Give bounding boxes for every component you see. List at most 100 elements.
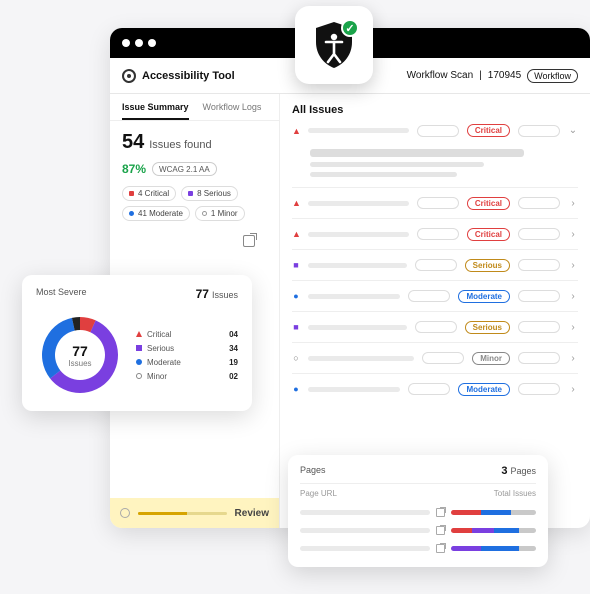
issue-title-placeholder bbox=[308, 263, 407, 268]
external-link-icon[interactable] bbox=[436, 544, 445, 553]
donut-legend: Critical04Serious34Moderate19Minor02 bbox=[136, 330, 238, 381]
chevron-right-icon[interactable]: › bbox=[568, 229, 578, 240]
scan-label: Workflow Scan bbox=[407, 70, 474, 81]
severity-pill: Minor bbox=[472, 352, 510, 365]
chip-serious[interactable]: 8 Serious bbox=[181, 186, 238, 201]
legend-item: Critical04 bbox=[136, 330, 238, 339]
issue-title-placeholder bbox=[308, 294, 400, 299]
tag-placeholder bbox=[518, 383, 560, 395]
issue-row[interactable]: ▲ Critical › bbox=[292, 221, 578, 247]
workflow-chip[interactable]: Workflow bbox=[527, 69, 578, 83]
page-row[interactable] bbox=[300, 503, 536, 521]
tag-placeholder bbox=[408, 290, 450, 302]
severity-pill: Serious bbox=[465, 321, 510, 334]
external-link-icon[interactable] bbox=[436, 526, 445, 535]
chevron-right-icon[interactable]: › bbox=[568, 198, 578, 209]
compliance-row: 87% WCAG 2.1 AA bbox=[122, 162, 267, 176]
window-dot[interactable] bbox=[135, 39, 143, 47]
issue-row[interactable]: ■Serious› bbox=[292, 314, 578, 340]
severity-marker-icon: ▲ bbox=[292, 126, 300, 136]
legend-label: Serious bbox=[147, 344, 224, 353]
wcag-chip[interactable]: WCAG 2.1 AA bbox=[152, 162, 217, 176]
issues-bar bbox=[451, 546, 536, 551]
review-label: Review bbox=[235, 508, 269, 519]
issue-title-placeholder bbox=[308, 128, 409, 133]
pages-rows bbox=[300, 503, 536, 557]
page-url-placeholder bbox=[300, 546, 430, 551]
chip-critical[interactable]: 4 Critical bbox=[122, 186, 176, 201]
most-severe-title: Most Severe bbox=[36, 287, 87, 301]
issues-suffix: Issues found bbox=[149, 139, 211, 151]
issue-row[interactable]: ▲ Critical ⌄ bbox=[292, 124, 578, 185]
issues-bar bbox=[451, 528, 536, 533]
legend-label: Critical bbox=[147, 330, 224, 339]
external-link-icon[interactable] bbox=[243, 235, 255, 247]
tag-placeholder bbox=[408, 383, 450, 395]
tag-placeholder bbox=[518, 290, 560, 302]
severity-pill: Critical bbox=[467, 228, 510, 241]
severity-marker-icon: ● bbox=[292, 384, 300, 394]
pages-count: 3 Pages bbox=[501, 465, 536, 477]
issues-count: 54 bbox=[122, 131, 144, 154]
tag-placeholder bbox=[518, 259, 560, 271]
legend-marker-icon bbox=[136, 373, 142, 379]
tab-workflow-logs[interactable]: Workflow Logs bbox=[203, 102, 262, 120]
column-total-issues: Total Issues bbox=[494, 489, 536, 498]
chevron-down-icon[interactable]: ⌄ bbox=[568, 125, 578, 136]
app-icon: ✓ bbox=[295, 6, 373, 84]
review-radio-icon[interactable] bbox=[120, 508, 130, 518]
page-row[interactable] bbox=[300, 539, 536, 557]
legend-value: 19 bbox=[229, 358, 238, 367]
compliance-percent: 87% bbox=[122, 162, 146, 176]
chevron-right-icon[interactable]: › bbox=[568, 260, 578, 271]
severity-marker-icon: ▲ bbox=[292, 229, 300, 239]
severity-pill: Critical bbox=[467, 197, 510, 210]
chevron-right-icon[interactable]: › bbox=[568, 384, 578, 395]
issue-row[interactable]: ● Moderate › bbox=[292, 376, 578, 402]
issue-title-placeholder bbox=[308, 356, 414, 361]
window-dot[interactable] bbox=[122, 39, 130, 47]
external-link-icon[interactable] bbox=[436, 508, 445, 517]
issue-row[interactable]: ■Serious› bbox=[292, 252, 578, 278]
issue-row[interactable]: ○ Minor › bbox=[292, 345, 578, 371]
chip-moderate[interactable]: 41 Moderate bbox=[122, 206, 190, 221]
chevron-right-icon[interactable]: › bbox=[568, 291, 578, 302]
page-row[interactable] bbox=[300, 521, 536, 539]
severity-marker-icon: ○ bbox=[292, 353, 300, 363]
tag-placeholder bbox=[422, 352, 464, 364]
circle-outline-icon bbox=[202, 211, 207, 216]
legend-label: Minor bbox=[147, 372, 224, 381]
tag-placeholder bbox=[415, 259, 457, 271]
severity-pill: Critical bbox=[467, 124, 510, 137]
shield-icon: ✓ bbox=[312, 20, 356, 70]
chevron-right-icon[interactable]: › bbox=[568, 322, 578, 333]
scan-info: Workflow Scan | 170945 Workflow bbox=[407, 69, 578, 83]
severity-pill: Moderate bbox=[458, 290, 510, 303]
square-icon bbox=[188, 191, 193, 196]
tab-issue-summary[interactable]: Issue Summary bbox=[122, 102, 189, 120]
most-severe-card: Most Severe 77 Issues 77 Issues Critical… bbox=[22, 275, 252, 411]
sidebar-tabs: Issue Summary Workflow Logs bbox=[110, 94, 279, 121]
legend-value: 34 bbox=[229, 344, 238, 353]
legend-value: 02 bbox=[229, 372, 238, 381]
chip-minor[interactable]: 1 Minor bbox=[195, 206, 245, 221]
chevron-right-icon[interactable]: › bbox=[568, 353, 578, 364]
triangle-icon bbox=[129, 191, 134, 196]
legend-marker-icon bbox=[136, 359, 142, 365]
tag-placeholder bbox=[417, 197, 459, 209]
column-page-url: Page URL bbox=[300, 489, 337, 498]
issue-row[interactable]: ●Moderate› bbox=[292, 283, 578, 309]
most-severe-total: 77 Issues bbox=[196, 287, 238, 301]
page-url-placeholder bbox=[300, 510, 430, 515]
donut-center: 77 Issues bbox=[36, 311, 124, 399]
tag-placeholder bbox=[417, 228, 459, 240]
summary-panel: 54 Issues found 87% WCAG 2.1 AA 4 Critic… bbox=[110, 121, 279, 257]
severity-marker-icon: ■ bbox=[292, 260, 300, 270]
legend-item: Serious 34 bbox=[136, 344, 238, 353]
issue-row[interactable]: ▲Critical› bbox=[292, 190, 578, 216]
page-url-placeholder bbox=[300, 528, 430, 533]
review-progress bbox=[138, 512, 227, 515]
window-dot[interactable] bbox=[148, 39, 156, 47]
review-bar[interactable]: Review bbox=[110, 498, 279, 528]
severity-pill: Moderate bbox=[458, 383, 510, 396]
